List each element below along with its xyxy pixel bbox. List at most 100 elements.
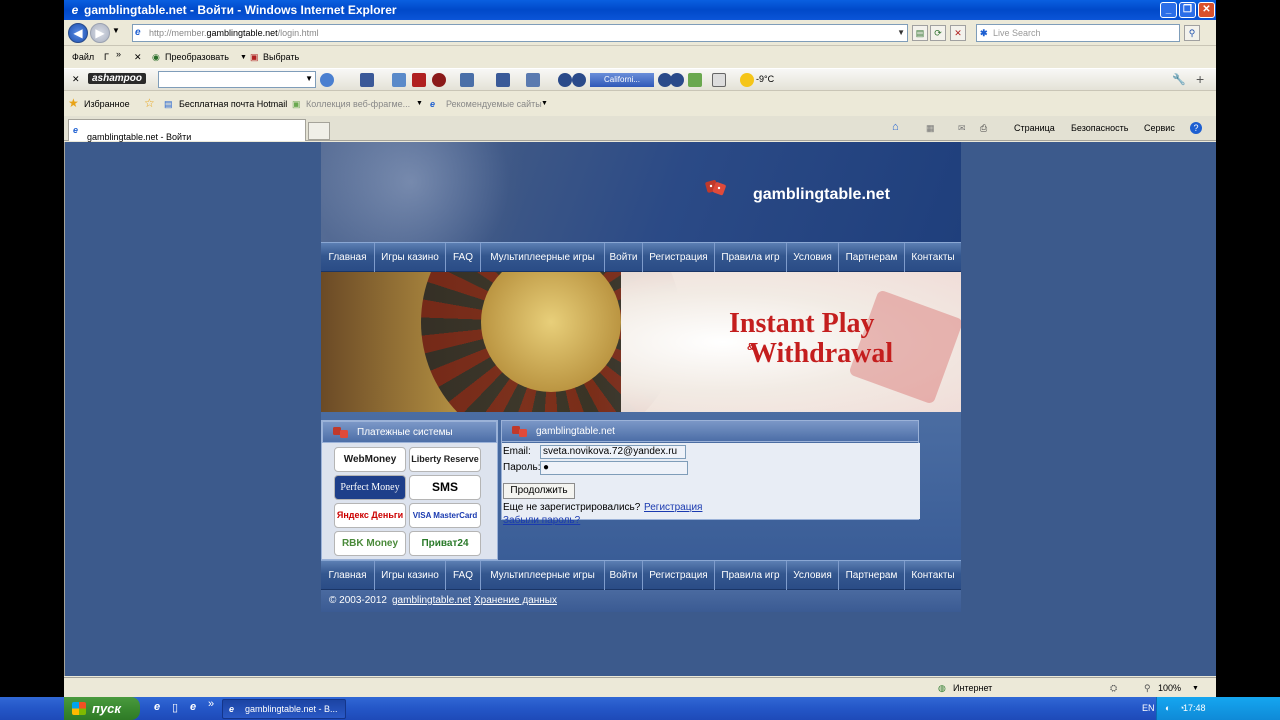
search-icon[interactable]: ⚲ [1184,25,1200,41]
toolbar-apps-icon[interactable] [496,73,510,87]
toolbar-chat-icon[interactable] [526,73,540,87]
quicklaunch-more-icon[interactable]: » [204,698,218,712]
help-icon[interactable]: ? [1190,122,1202,134]
favorite-suggested-sites[interactable]: Рекомендуемые сайты [446,99,542,109]
toolbar-music-icon[interactable] [432,73,446,87]
mail-icon[interactable] [712,73,726,87]
protected-mode-icon[interactable]: ⛭ [1110,683,1117,694]
quicklaunch-browser-icon[interactable]: e [186,701,200,715]
nav-terms[interactable]: Условия [787,243,839,273]
footer-nav-faq[interactable]: FAQ [446,561,481,591]
search-input[interactable]: ✱ Live Search [976,24,1180,42]
webslice-dropdown-icon[interactable]: ▼ [416,100,423,107]
menu-more-icon[interactable]: » [116,49,121,59]
page-menu[interactable]: Страница [1014,123,1055,133]
footer-nav-casino-games[interactable]: Игры казино [375,561,446,591]
read-mail-icon[interactable]: ✉ [958,123,966,134]
nav-rules[interactable]: Правила игр [715,243,787,273]
print-icon[interactable]: ⎙ [980,123,987,134]
home-icon[interactable]: ⌂ [892,121,899,133]
favorite-webslice-gallery[interactable]: Коллекция веб-фрагме... [306,99,410,109]
weather-temperature[interactable]: -9°C [756,74,774,84]
quicklaunch-desktop-icon[interactable]: ▯ [168,701,182,715]
close-button[interactable]: ✕ [1198,2,1215,18]
nav-partners[interactable]: Партнерам [839,243,905,273]
payment-perfect-money[interactable]: Perfect Money [334,475,406,500]
nav-casino-games[interactable]: Игры казино [375,243,446,273]
nav-contacts[interactable]: Контакты [905,243,961,273]
footer-nav-login[interactable]: Войти [605,561,643,591]
payment-liberty-reserve[interactable]: Liberty Reserve [409,447,481,472]
toolbar-next-icon[interactable] [670,73,684,87]
toolbar-prev-icon[interactable] [558,73,572,87]
toolbar-search-dropdown-icon[interactable]: ▼ [305,74,313,83]
zoom-level[interactable]: 100% [1158,683,1181,693]
tools-menu[interactable]: Сервис [1144,123,1175,133]
tray-network-icon[interactable]: ◐ [1165,703,1170,713]
nav-faq[interactable]: FAQ [446,243,481,273]
register-link[interactable]: Регистрация [644,502,702,513]
taskbar-item-ie[interactable]: e gamblingtable.net - В... [222,699,346,719]
refresh-icon[interactable]: ⟳ [930,25,946,41]
language-indicator[interactable]: EN [1142,703,1155,713]
password-field[interactable]: ● [540,461,688,475]
toolbar-close-icon[interactable]: ✕ [72,74,80,85]
address-bar[interactable]: e http://member.gamblingtable.net/login.… [132,24,908,42]
close-toolbar-icon[interactable]: ✕ [134,52,142,63]
clock[interactable]: 17:48 [1183,703,1206,713]
footer-nav-partners[interactable]: Партнерам [839,561,905,591]
menu-g[interactable]: Г [104,52,109,62]
facebook-icon[interactable] [360,73,374,87]
stop-icon[interactable]: ✕ [950,25,966,41]
feeds-icon[interactable]: ▦ [926,123,935,134]
footer-nav-multiplayer[interactable]: Мультиплеерные игры [481,561,605,591]
forward-button[interactable]: ▶ [90,23,110,43]
toolbar-radio-select[interactable]: Californi... [590,73,654,87]
toolbar-games-icon[interactable] [460,73,474,87]
payment-privat24[interactable]: Приват24 [409,531,481,556]
favorite-hotmail[interactable]: Бесплатная почта Hotmail [179,99,287,109]
payment-visa-mastercard[interactable]: VISA MasterCard [409,503,481,528]
suggested-dropdown-icon[interactable]: ▼ [541,100,548,107]
payment-webmoney[interactable]: WebMoney [334,447,406,472]
email-field[interactable]: sveta.novikova.72@yandex.ru [540,445,686,459]
maximize-button[interactable]: ❐ [1179,2,1196,18]
toolbar-shop-icon[interactable] [688,73,702,87]
payment-rbk-money[interactable]: RBK Money [334,531,406,556]
data-storage-link[interactable]: Хранение данных [474,595,557,606]
wrench-icon[interactable]: 🔧 [1172,73,1186,86]
copyright-link[interactable]: gamblingtable.net [392,595,471,606]
quicklaunch-ie-icon[interactable]: e [150,701,164,715]
site-logo-text[interactable]: gamblingtable.net [753,186,890,204]
toolbar-search-input[interactable]: ▼ [158,71,316,88]
nav-login[interactable]: Войти [605,243,643,273]
favorites-button[interactable]: Избранное [84,99,130,109]
menu-file[interactable]: Файл [72,52,94,62]
convert-dropdown-icon[interactable]: ▼ [240,54,247,61]
safety-menu[interactable]: Безопасность [1071,123,1128,133]
zoom-dropdown-icon[interactable]: ▼ [1192,685,1199,692]
toolbar-tv-icon[interactable] [392,73,406,87]
history-dropdown-icon[interactable]: ▼ [112,26,120,35]
start-button[interactable]: пуск [64,697,140,720]
minimize-button[interactable]: _ [1160,2,1177,18]
back-button[interactable]: ◀ [68,23,88,43]
nav-home[interactable]: Главная [321,243,375,273]
toolbar-globe-icon[interactable] [320,73,334,87]
forgot-password-link[interactable]: Забыли пароль? [503,515,580,526]
nav-register[interactable]: Регистрация [643,243,715,273]
new-tab-button[interactable] [308,122,330,140]
footer-nav-register[interactable]: Регистрация [643,561,715,591]
compatibility-icon[interactable]: ▤ [912,25,928,41]
convert-button[interactable]: Преобразовать [165,52,229,62]
add-favorite-icon[interactable]: ☆ [144,96,155,110]
footer-nav-home[interactable]: Главная [321,561,375,591]
nav-multiplayer[interactable]: Мультиплеерные игры [481,243,605,273]
toolbar-play-icon[interactable] [572,73,586,87]
footer-nav-terms[interactable]: Условия [787,561,839,591]
continue-button[interactable]: Продолжить [503,483,575,499]
toolbar-video-icon[interactable] [412,73,426,87]
address-dropdown-icon[interactable]: ▼ [897,25,905,41]
add-icon[interactable]: + [1196,71,1204,87]
payment-yandex-money[interactable]: Яндекс Деньги [334,503,406,528]
